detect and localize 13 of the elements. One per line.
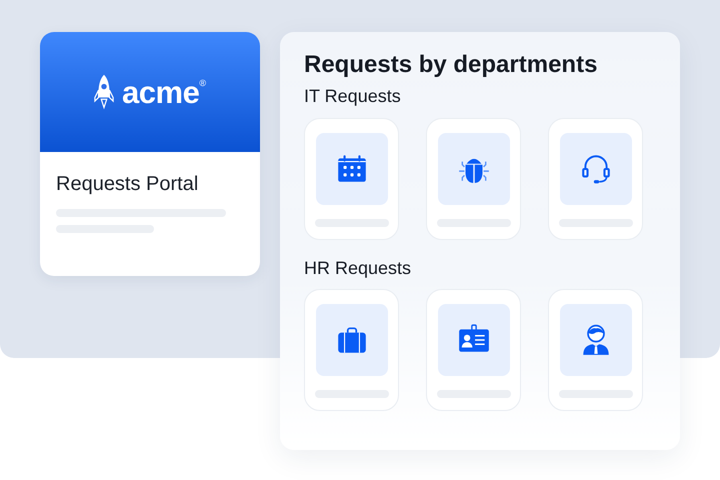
card-title: Requests Portal bbox=[56, 172, 200, 196]
request-tile[interactable] bbox=[548, 289, 643, 412]
request-tile[interactable] bbox=[304, 289, 399, 412]
rocket-icon bbox=[94, 73, 114, 111]
logo-text: acme bbox=[122, 76, 200, 108]
request-tile[interactable] bbox=[426, 289, 521, 412]
request-tile[interactable] bbox=[304, 118, 399, 240]
panel-title: Requests by departments bbox=[304, 50, 598, 80]
request-tile[interactable] bbox=[548, 118, 643, 240]
request-tile[interactable] bbox=[426, 118, 521, 240]
section-heading: IT Requests bbox=[304, 86, 402, 108]
registered-mark: ® bbox=[199, 78, 206, 88]
section-heading: HR Requests bbox=[304, 258, 412, 280]
